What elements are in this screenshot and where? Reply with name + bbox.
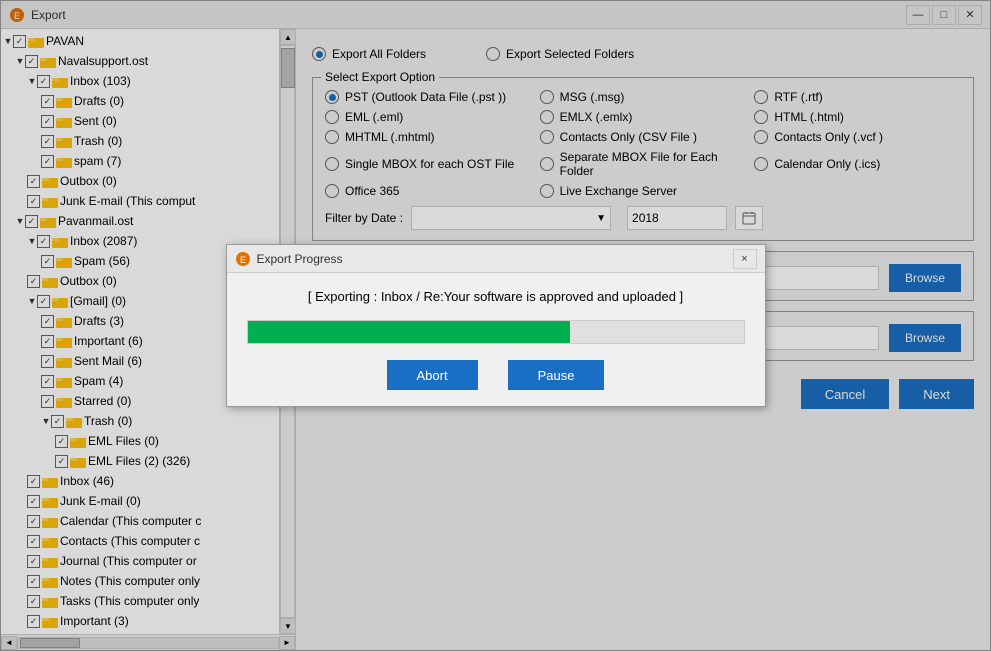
export-progress-icon: E [235,251,251,267]
modal-title-left: E Export Progress [235,251,343,267]
pause-button[interactable]: Pause [508,360,605,390]
exporting-status-text: [ Exporting : Inbox / Re:Your software i… [247,289,745,304]
progress-bar-fill [248,321,570,343]
modal-close-button[interactable]: × [733,249,757,269]
export-progress-modal: E Export Progress × [ Exporting : Inbox … [226,244,766,407]
modal-buttons: Abort Pause [247,360,745,390]
abort-button[interactable]: Abort [387,360,478,390]
modal-title-text: Export Progress [257,252,343,266]
progress-bar-container [247,320,745,344]
modal-overlay: E Export Progress × [ Exporting : Inbox … [0,0,991,651]
modal-body: [ Exporting : Inbox / Re:Your software i… [227,273,765,406]
svg-text:E: E [239,255,245,265]
modal-title-bar: E Export Progress × [227,245,765,273]
